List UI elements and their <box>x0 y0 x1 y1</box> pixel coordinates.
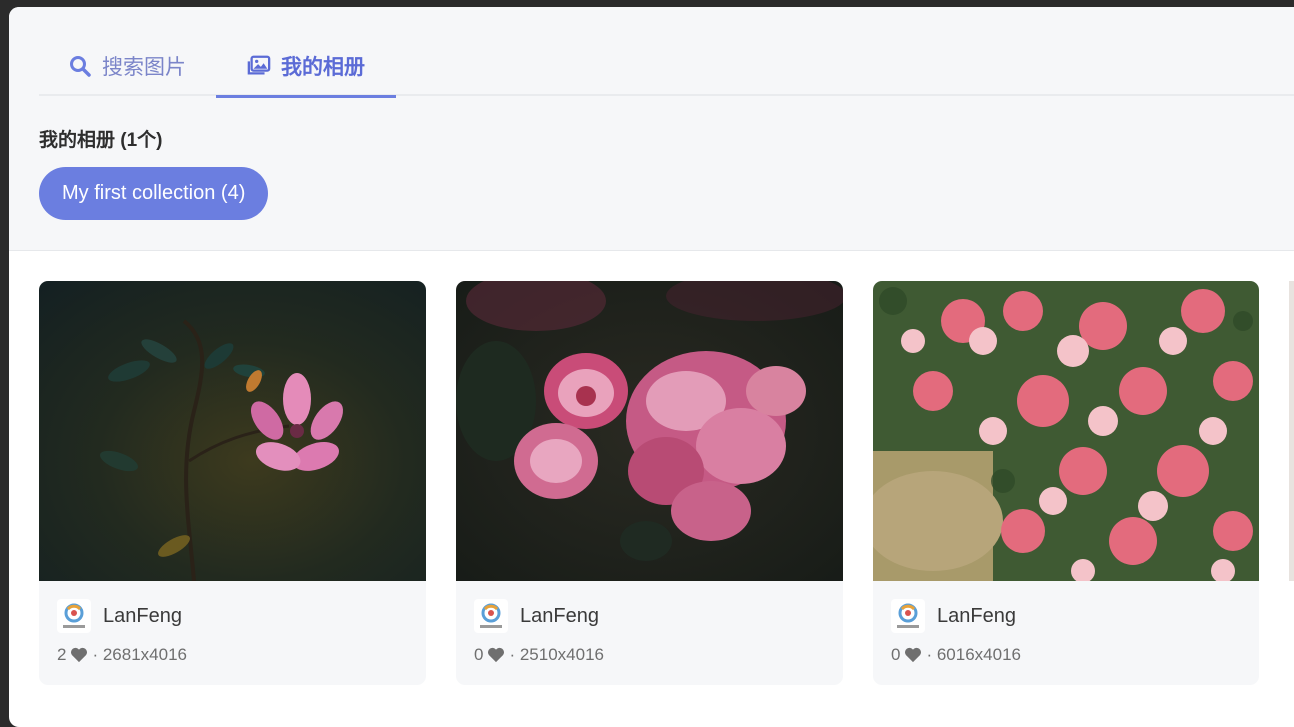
photo-meta: 2 · 2681x4016 <box>57 645 187 665</box>
header-panel: 搜索图片 我的相册 我的相册 (1个) My first collection … <box>9 7 1294 251</box>
tab-search-images[interactable]: 搜索图片 <box>68 35 186 96</box>
resolution: · 6016x4016 <box>926 645 1021 664</box>
avatar <box>891 599 925 633</box>
photo-meta: 0 · 6016x4016 <box>891 645 1021 665</box>
author-row[interactable]: LanFeng <box>57 599 182 633</box>
images-icon <box>247 54 271 78</box>
tab-album-label: 我的相册 <box>281 55 365 79</box>
author-row[interactable]: LanFeng <box>891 599 1016 633</box>
photo-thumbnail[interactable] <box>456 281 843 581</box>
photo-card[interactable]: LanFeng 0 · 2510x4016 <box>456 281 843 685</box>
avatar <box>474 599 508 633</box>
resolution: · 2510x4016 <box>509 645 604 664</box>
albums-count-title: 我的相册 (1个) <box>39 130 163 151</box>
heart-icon[interactable] <box>70 647 88 663</box>
search-icon <box>68 54 92 78</box>
photo-meta: 0 · 2510x4016 <box>474 645 604 665</box>
collection-chip[interactable]: My first collection (4) <box>39 167 269 220</box>
like-count: 0 <box>891 645 901 664</box>
photo-thumbnail[interactable] <box>873 281 1259 583</box>
tab-search-label: 搜索图片 <box>102 55 186 79</box>
like-count: 2 <box>57 645 67 664</box>
tab-bar: 搜索图片 我的相册 <box>39 35 1294 98</box>
album-modal: 搜索图片 我的相册 我的相册 (1个) My first collection … <box>9 7 1294 727</box>
avatar <box>57 599 91 633</box>
photo-card[interactable]: LanFeng 2 · 2681x4016 <box>39 281 426 685</box>
heart-icon[interactable] <box>904 647 922 663</box>
author-name[interactable]: LanFeng <box>520 605 599 628</box>
author-name[interactable]: LanFeng <box>937 605 1016 628</box>
resolution: · 2681x4016 <box>92 645 187 664</box>
like-count: 0 <box>474 645 484 664</box>
photo-card[interactable]: LanFeng 0 · 6016x4016 <box>873 281 1259 685</box>
author-name[interactable]: LanFeng <box>103 605 182 628</box>
tab-my-albums[interactable]: 我的相册 <box>216 35 396 98</box>
photo-card-partial[interactable] <box>1289 281 1294 581</box>
photo-thumbnail[interactable] <box>39 281 426 582</box>
heart-icon[interactable] <box>487 647 505 663</box>
author-row[interactable]: LanFeng <box>474 599 599 633</box>
